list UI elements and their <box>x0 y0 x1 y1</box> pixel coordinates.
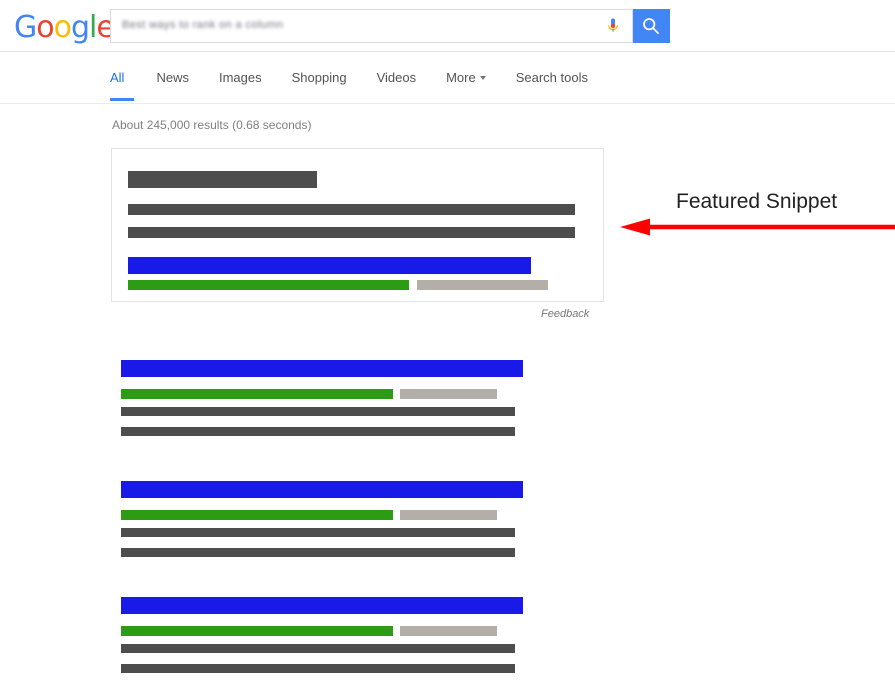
result-stats: About 245,000 results (0.68 seconds) <box>112 118 312 132</box>
tab-videos[interactable]: Videos <box>377 70 417 101</box>
result-url-gray-3 <box>400 626 497 636</box>
result-title-bar-3[interactable] <box>121 597 523 614</box>
annotation-label: Featured Snippet <box>676 190 838 213</box>
tab-videos-label: Videos <box>376 70 417 85</box>
nav-tabs: All News Images Shopping Videos More Sea… <box>110 70 618 101</box>
logo-letter-g2: g <box>70 10 90 45</box>
search-header: Google Best ways to rank on a column <box>0 0 895 52</box>
logo-letter-o2: o <box>53 10 72 45</box>
tab-search-tools-label: Search tools <box>515 70 588 85</box>
result-url-green-3 <box>121 626 393 636</box>
feedback-link[interactable]: Feedback <box>541 308 589 320</box>
tab-all[interactable]: All <box>110 70 135 101</box>
result-url-gray-2 <box>400 510 497 520</box>
snippet-heading-bar <box>128 171 317 188</box>
search-icon <box>643 18 659 34</box>
result-desc-2-1 <box>121 427 515 436</box>
snippet-link-title[interactable] <box>128 257 531 274</box>
chevron-down-icon <box>479 75 486 80</box>
result-title-bar-2[interactable] <box>121 481 523 498</box>
tab-shopping[interactable]: Shopping <box>292 70 347 101</box>
google-logo[interactable]: Google <box>14 10 115 45</box>
search-input[interactable]: Best ways to rank on a column <box>110 9 633 43</box>
annotation-arrow-icon <box>620 218 895 236</box>
tab-more-label: More <box>446 70 476 85</box>
snippet-text-line-2 <box>128 227 575 238</box>
result-desc-2-2 <box>121 548 515 557</box>
microphone-icon[interactable] <box>606 18 620 37</box>
snippet-text-line-1 <box>128 204 575 215</box>
snippet-url-green <box>128 280 409 290</box>
tab-shopping-label: Shopping <box>291 70 347 85</box>
tab-search-tools[interactable]: Search tools <box>516 70 588 101</box>
logo-letter-o1: o <box>36 10 54 45</box>
tab-news[interactable]: News <box>156 70 189 101</box>
result-desc-1-1 <box>121 407 515 416</box>
tab-news-label: News <box>156 70 189 85</box>
featured-snippet-box[interactable] <box>111 148 604 302</box>
result-desc-1-3 <box>121 644 515 653</box>
result-title-bar-1[interactable] <box>121 360 523 377</box>
tab-all-label: All <box>110 70 125 85</box>
search-query-text: Best ways to rank on a column <box>122 19 284 31</box>
result-url-gray-1 <box>400 389 497 399</box>
result-url-green-2 <box>121 510 393 520</box>
tab-images[interactable]: Images <box>219 70 262 101</box>
search-nav-bar: All News Images Shopping Videos More Sea… <box>0 53 895 104</box>
search-button[interactable] <box>633 9 670 43</box>
tab-more[interactable]: More <box>446 70 486 101</box>
snippet-url-gray <box>417 280 548 290</box>
result-url-green-1 <box>121 389 393 399</box>
result-desc-2-3 <box>121 664 515 673</box>
result-desc-1-2 <box>121 528 515 537</box>
tab-images-label: Images <box>218 70 262 85</box>
logo-letter-g1: G <box>14 10 37 45</box>
